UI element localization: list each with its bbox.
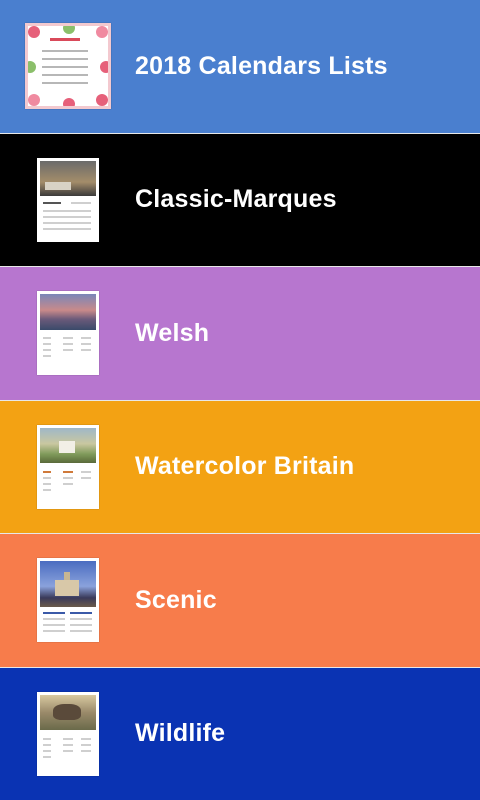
floral-calendar-thumbnail-icon — [24, 23, 111, 110]
calendar-list: 2018 Calendars Lists Classic-Marques Wel… — [0, 0, 480, 800]
list-item-label: Scenic — [135, 585, 217, 614]
thumbnail-container — [0, 291, 135, 376]
list-item-label: Welsh — [135, 318, 210, 347]
classic-car-calendar-thumbnail-icon — [36, 157, 99, 242]
thumbnail-container — [0, 23, 135, 110]
list-item-label: 2018 Calendars Lists — [135, 51, 388, 80]
welsh-landscape-calendar-thumbnail-icon — [36, 291, 99, 376]
list-item-welsh[interactable]: Welsh — [0, 267, 480, 401]
thumbnail-container — [0, 424, 135, 509]
list-item-classic-marques[interactable]: Classic-Marques — [0, 133, 480, 267]
list-item-label: Wildlife — [135, 719, 226, 748]
wildlife-animal-calendar-thumbnail-icon — [36, 691, 99, 776]
watercolor-cottage-calendar-thumbnail-icon — [36, 424, 99, 509]
list-item-label: Watercolor Britain — [135, 452, 355, 481]
thumbnail-container — [0, 157, 135, 242]
list-item-2018-calendars-lists[interactable]: 2018 Calendars Lists — [0, 0, 480, 134]
scenic-building-calendar-thumbnail-icon — [36, 558, 99, 643]
list-item-wildlife[interactable]: Wildlife — [0, 667, 480, 800]
list-item-label: Classic-Marques — [135, 185, 337, 214]
list-item-watercolor-britain[interactable]: Watercolor Britain — [0, 400, 480, 534]
list-item-scenic[interactable]: Scenic — [0, 534, 480, 668]
thumbnail-container — [0, 558, 135, 643]
thumbnail-container — [0, 691, 135, 776]
